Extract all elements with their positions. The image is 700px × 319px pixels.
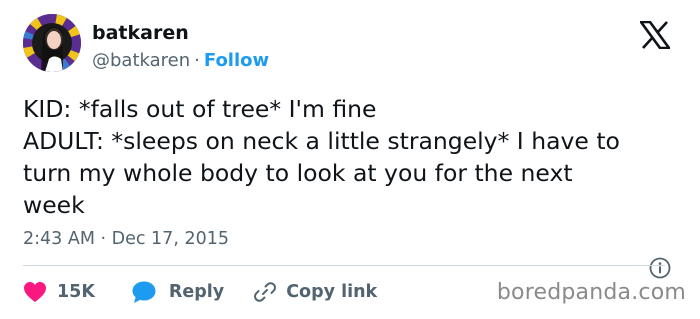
follow-button[interactable]: Follow bbox=[204, 50, 269, 71]
reply-button[interactable]: Reply bbox=[131, 280, 224, 304]
avatar[interactable] bbox=[23, 14, 81, 72]
link-icon bbox=[254, 282, 277, 302]
like-button[interactable]: 15K bbox=[23, 281, 95, 303]
copy-link-button[interactable]: Copy link bbox=[254, 281, 377, 303]
tweet-line: ADULT: *sleeps on neck a little strangel… bbox=[23, 127, 620, 155]
author-handle[interactable]: @batkaren bbox=[92, 50, 190, 71]
reply-label: Reply bbox=[168, 282, 225, 302]
tweet-line: turn my whole body to look at you for th… bbox=[23, 159, 573, 187]
action-bar: 15K Reply Copy link bbox=[23, 279, 377, 305]
copy-link-label: Copy link bbox=[286, 282, 378, 302]
tweet-text: KID: *falls out of tree* I'm fine ADULT:… bbox=[23, 93, 688, 221]
tweet-line: week bbox=[23, 191, 85, 219]
info-icon[interactable] bbox=[649, 257, 671, 279]
watermark: boredpanda.com bbox=[496, 280, 686, 305]
reply-bubble-icon bbox=[132, 281, 156, 303]
separator-dot: · bbox=[194, 50, 200, 71]
like-count: 15K bbox=[57, 282, 95, 302]
heart-icon bbox=[24, 282, 46, 302]
divider bbox=[23, 265, 665, 266]
tweet-card: batkaren @batkaren · Follow KID: *falls ou… bbox=[0, 0, 700, 319]
author-display-name[interactable]: batkaren bbox=[92, 22, 189, 44]
x-logo-icon[interactable] bbox=[640, 21, 670, 49]
tweet-timestamp[interactable]: 2:43 AM · Dec 17, 2015 bbox=[23, 229, 229, 249]
avatar-image bbox=[23, 14, 81, 72]
tweet-line: KID: *falls out of tree* I'm fine bbox=[23, 95, 377, 123]
author-handle-row: @batkaren · Follow bbox=[92, 50, 269, 71]
